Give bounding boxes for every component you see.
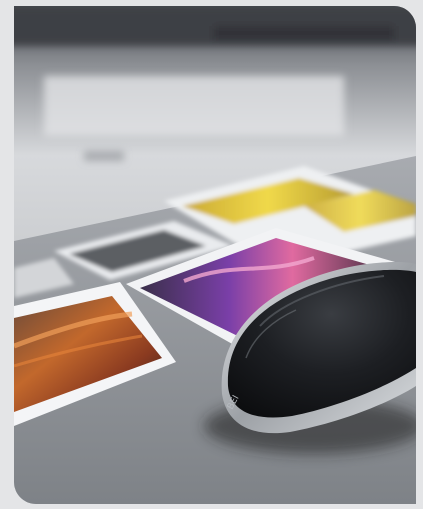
photo-illustration: BEI [14,6,416,504]
photo-frame: BEI [14,6,416,504]
